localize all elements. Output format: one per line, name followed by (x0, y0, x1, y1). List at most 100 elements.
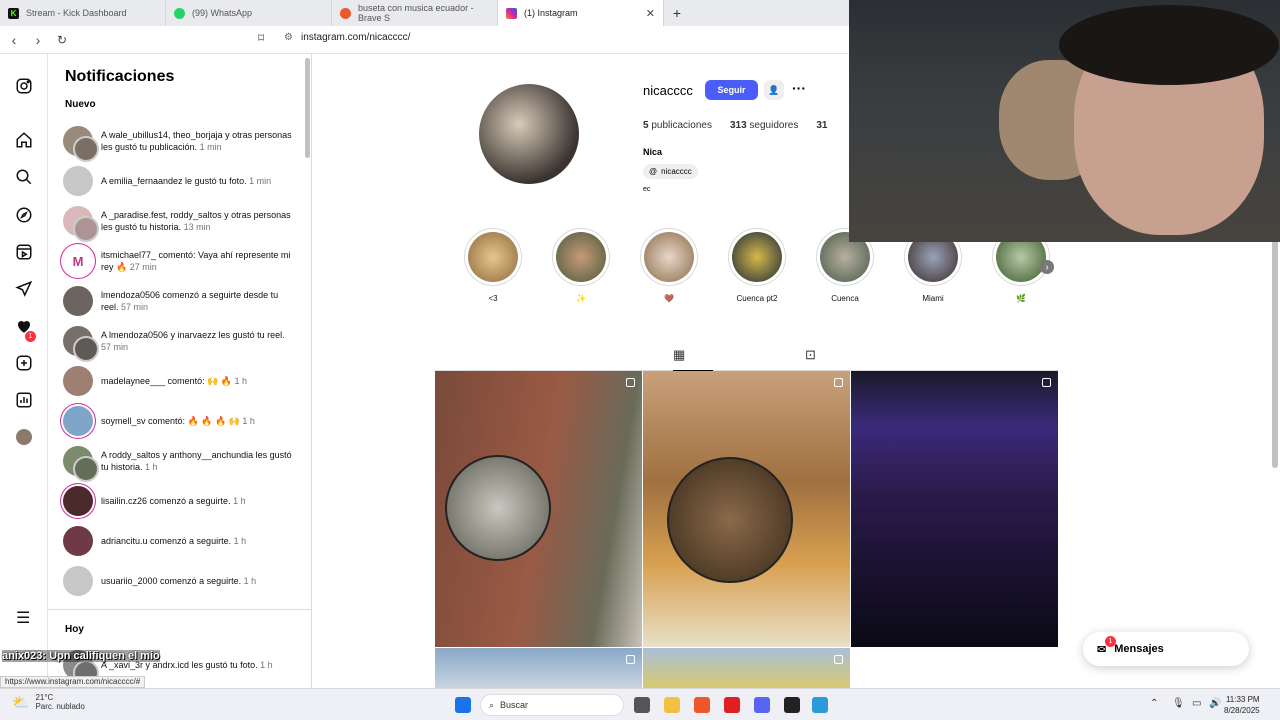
close-tab-icon[interactable]: ✕ (646, 7, 655, 20)
avatar (63, 366, 93, 396)
notification-item[interactable]: A lmendoza0506 y inarvaezz les gustó tu … (63, 323, 295, 359)
messenger-icon: ✉ (1097, 643, 1107, 656)
notification-item[interactable]: madelaynee___ comentó: 🙌 🔥 1 h (63, 363, 295, 399)
bookmark-icon[interactable]: ⌑ (258, 31, 264, 45)
instagram-nav-rail: 1 ☰ (0, 54, 48, 688)
app-icon[interactable] (724, 697, 740, 713)
reels-icon[interactable] (14, 242, 34, 262)
network-icon[interactable]: ▭ (1192, 698, 1201, 709)
panel-title: Notificaciones (65, 68, 175, 85)
messages-icon[interactable] (14, 279, 34, 299)
file-explorer-icon[interactable] (664, 697, 680, 713)
section-today: Hoy (65, 624, 84, 635)
highlight[interactable]: ✨ (551, 228, 611, 303)
notification-item[interactable]: A _paradise.fest, roddy_saltos y otras p… (63, 203, 295, 239)
notification-item[interactable]: usuariio_2000 comenzó a seguirte. 1 h (63, 563, 295, 599)
notification-item[interactable]: lmendoza0506 comenzó a seguirte desde tu… (63, 283, 295, 319)
menu-icon[interactable]: ☰ (16, 608, 30, 628)
webcam-overlay (849, 0, 1280, 242)
notification-item[interactable]: soymell_sv comentó: 🔥 🔥 🔥 🙌 1 h (63, 403, 295, 439)
avatar (63, 486, 93, 516)
threads-badge[interactable]: @ nicacccc (643, 164, 698, 179)
highlight[interactable]: Cuenca pt2 (727, 228, 787, 303)
notepad-icon[interactable] (812, 697, 828, 713)
profile-bio: ec (643, 186, 651, 193)
profile-avatar[interactable] (14, 427, 34, 447)
clock[interactable]: 11:33 PM 8/28/2025 (1224, 694, 1260, 716)
home-icon[interactable] (14, 130, 34, 150)
notifications-scrollbar[interactable] (305, 58, 310, 158)
avatar (63, 406, 93, 436)
site-info-icon[interactable]: ⚙ (284, 32, 293, 43)
microphone-icon[interactable]: 🎙 (1172, 698, 1185, 709)
post-thumbnail[interactable] (643, 371, 850, 647)
weather-widget[interactable]: ⛅ 21°C Parc. nublado (12, 693, 85, 711)
task-view-icon[interactable] (634, 697, 650, 713)
notification-item[interactable]: A emilia_fernaandez le gustó tu foto. 1 … (63, 163, 295, 199)
tab-brave-search[interactable]: buseta con musica ecuador - Brave S (332, 0, 498, 26)
post-thumbnail[interactable] (435, 371, 642, 647)
dashboard-icon[interactable] (14, 390, 34, 410)
profile-picture[interactable] (479, 84, 579, 184)
tagged-icon[interactable]: ⊡ (805, 347, 816, 363)
back-icon[interactable]: ‹ (4, 32, 24, 48)
avatar (63, 326, 93, 356)
suggest-user-icon[interactable]: 👤 (764, 80, 784, 100)
search-icon: ⌕ (489, 699, 495, 710)
following-stat[interactable]: 31 (816, 120, 827, 131)
tray-chevron-icon[interactable]: ⌃ (1150, 698, 1158, 709)
taskbar-search[interactable]: ⌕ Buscar (480, 694, 624, 716)
messages-badge: 1 (1105, 636, 1116, 647)
multi-image-icon (626, 655, 635, 664)
taskbar: ⛅ 21°C Parc. nublado ⌕ Buscar ⌃ 🎙 ▭ 🔊 11:33… (0, 688, 1280, 720)
posts-stat: 5 publicaciones (643, 120, 712, 131)
reload-icon[interactable]: ↻ (52, 33, 72, 47)
section-new: Nuevo (65, 99, 96, 110)
kick-icon: K (8, 7, 19, 19)
profile-username: nicacccc (643, 83, 693, 98)
post-thumbnail[interactable] (643, 648, 850, 688)
explore-icon[interactable] (14, 205, 34, 225)
tab-kick[interactable]: K Stream - Kick Dashboard (0, 0, 166, 26)
new-tab-button[interactable]: + (664, 5, 690, 21)
avatar: M (63, 246, 93, 276)
notification-item[interactable]: adriancitu.u comenzó a seguirte. 1 h (63, 523, 295, 559)
search-icon[interactable] (14, 167, 34, 187)
windows-start-icon[interactable] (455, 697, 471, 713)
post-thumbnail[interactable] (851, 371, 1058, 647)
posts-grid-icon[interactable]: ▦ (673, 347, 685, 363)
tab-whatsapp[interactable]: (99) WhatsApp (166, 0, 332, 26)
next-highlights-icon[interactable]: › (1040, 260, 1054, 274)
brave-search-icon (340, 7, 351, 19)
messages-button[interactable]: ✉ 1 Mensajes (1083, 632, 1249, 666)
create-icon[interactable] (14, 353, 34, 373)
volume-icon[interactable]: 🔊 (1209, 698, 1221, 709)
tab-instagram[interactable]: (1) Instagram ✕ (498, 0, 664, 26)
avatar (63, 286, 93, 316)
weather-icon: ⛅ (12, 693, 30, 710)
post-thumbnail[interactable] (435, 648, 642, 688)
notification-item[interactable]: A roddy_saltos y anthony__anchundia les … (63, 443, 295, 479)
highlight[interactable]: <3 (463, 228, 523, 303)
more-options-icon[interactable]: ··· (792, 80, 806, 96)
followers-stat[interactable]: 313 seguidores (730, 120, 798, 131)
avatar (63, 446, 93, 476)
notification-item[interactable]: Mitsmichael77_ comentó: Vaya ahí represe… (63, 243, 295, 279)
url-field[interactable]: ⚙ instagram.com/nicacccc/ (284, 32, 410, 43)
profile-stats: 5 publicaciones 313 seguidores 31 (643, 120, 827, 131)
brave-icon[interactable] (694, 697, 710, 713)
instagram-icon (506, 7, 517, 19)
profile-name: Nica (643, 147, 663, 157)
forward-icon[interactable]: › (28, 32, 48, 48)
notification-item[interactable]: A wale_ubillus14, theo_borjaja y otras p… (63, 123, 295, 159)
obs-icon[interactable] (784, 697, 800, 713)
multi-image-icon (834, 378, 843, 387)
instagram-logo-icon[interactable] (14, 76, 34, 96)
highlight[interactable]: 🤎 (639, 228, 699, 303)
notification-item[interactable]: lisailin.cz26 comenzó a seguirte. 1 h (63, 483, 295, 519)
avatar (63, 526, 93, 556)
whatsapp-icon (174, 7, 185, 19)
notifications-heart-icon[interactable] (14, 316, 34, 336)
follow-button[interactable]: Seguir (705, 80, 758, 100)
discord-icon[interactable] (754, 697, 770, 713)
